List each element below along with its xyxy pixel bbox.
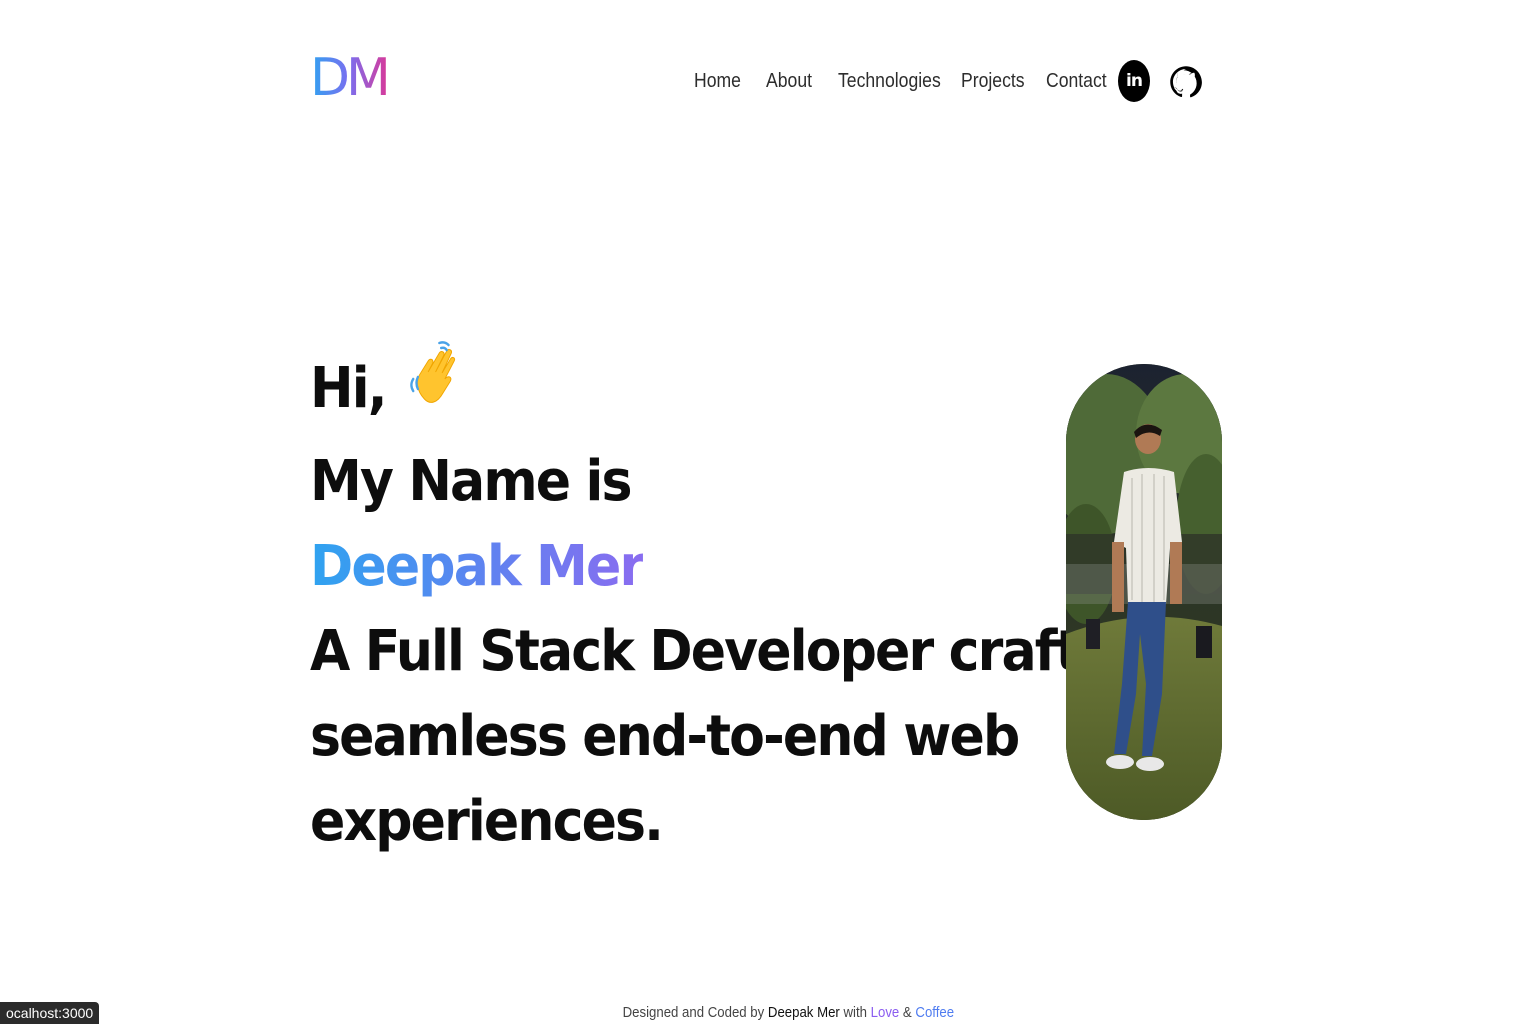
tagline-line-2: seamless end-to-end web	[310, 704, 1020, 769]
nav-home[interactable]: Home	[694, 70, 752, 93]
waving-hand-icon	[408, 339, 460, 433]
nav-projects[interactable]: Projects	[961, 70, 1031, 93]
tagline-line-1: A Full Stack Developer crafting	[310, 619, 1167, 684]
main-nav: Home About Technologies Projects Contact	[694, 70, 1122, 93]
intro-line: My Name is	[310, 449, 632, 514]
linkedin-icon[interactable]: in	[1118, 60, 1150, 102]
nav-about[interactable]: About	[766, 70, 824, 93]
tagline-line-3: experiences.	[310, 789, 664, 854]
footer-prefix: Designed and Coded by	[622, 1004, 764, 1021]
developer-name: Deepak Mer	[310, 524, 645, 609]
greeting-text: Hi,	[310, 356, 388, 422]
greeting-line: Hi,	[310, 341, 1165, 439]
nav-contact[interactable]: Contact	[1046, 70, 1108, 93]
name-line: Deepak Mer	[310, 524, 1165, 609]
footer-love: Love	[870, 1004, 899, 1021]
profile-photo	[1066, 364, 1222, 820]
footer-coffee: Coffee	[915, 1004, 954, 1021]
logo[interactable]: DM	[310, 52, 391, 104]
browser-status-url: ocalhost:3000	[0, 1002, 100, 1024]
footer-middle: with	[843, 1004, 867, 1021]
footer-author: Deepak Mer	[767, 1004, 840, 1021]
footer-credit: Designed and Coded by Deepak Mer with Lo…	[622, 1004, 953, 1021]
site-footer: Designed and Coded by Deepak Mer with Lo…	[0, 1004, 1536, 1022]
github-icon[interactable]	[1168, 60, 1204, 104]
site-header: DM Home About Technologies Projects Cont…	[0, 0, 1536, 160]
footer-amp: &	[902, 1004, 912, 1021]
nav-technologies[interactable]: Technologies	[838, 70, 941, 93]
linkedin-glyph: in	[1126, 71, 1143, 91]
